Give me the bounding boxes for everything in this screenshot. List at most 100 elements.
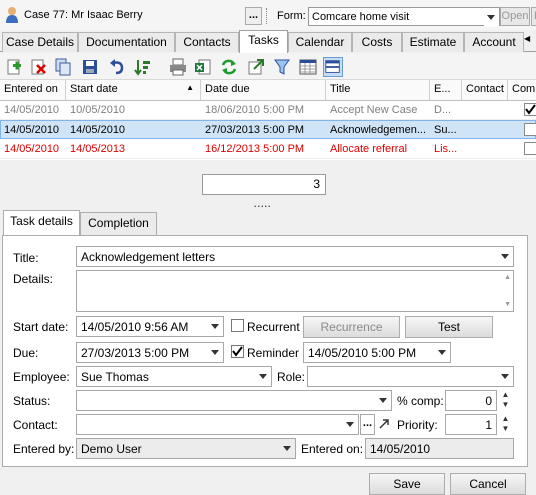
percent-complete-label: % comp: [397,394,444,408]
add-icon[interactable] [4,57,24,77]
due-date-value: 27/03/2013 5:00 PM [81,346,190,360]
reminder-date-field[interactable]: 14/05/2010 5:00 PM [303,342,451,363]
table-row-selected[interactable]: 14/05/2010 14/05/2010 27/03/2013 5:00 PM… [0,120,536,139]
title-field[interactable]: Acknowledgement letters [76,246,514,267]
chevron-down-icon[interactable] [498,367,513,386]
chevron-up-icon[interactable]: ▲ [498,390,513,400]
entered-by-select[interactable]: Demo User [76,438,296,459]
split-view-icon[interactable] [323,57,343,77]
tab-completion[interactable]: Completion [80,212,157,235]
recurrent-label: Recurrent [247,320,300,334]
column-header-contact[interactable]: Contact [462,80,508,101]
chevron-down-icon[interactable]: ▼ [498,424,513,434]
contact-lookup-button[interactable]: ... [360,414,375,435]
save-icon[interactable] [80,57,100,77]
employee-label: Employee: [13,370,70,384]
grid-footer [0,160,536,172]
due-label: Due: [13,346,39,360]
tab-costs[interactable]: Costs [352,32,402,52]
form-select[interactable]: Comcare home visit [308,7,500,27]
status-label: Status: [13,394,51,408]
print-icon[interactable] [168,57,188,77]
open-button[interactable]: Open [500,7,530,26]
complete-checkbox[interactable] [524,103,536,116]
chevron-down-icon[interactable] [376,391,391,410]
save-button[interactable]: Save [369,473,445,495]
cell-employee: Lis... [434,143,458,155]
grid-view-icon[interactable] [298,57,318,77]
column-header-title[interactable]: Title [326,80,430,101]
undo-icon[interactable] [107,57,127,77]
panel-scrollbar[interactable] [529,236,536,468]
cell-date-due: 18/06/2010 5:00 PM [205,104,305,116]
sort-icon[interactable] [133,57,153,77]
start-date-value: 14/05/2010 9:56 AM [81,320,189,334]
case-title: Case 77: Mr Isaac Berry [24,9,143,21]
column-header-entered-on[interactable]: Entered on [0,80,66,101]
chevron-down-icon[interactable] [208,343,223,362]
export-icon[interactable] [246,57,266,77]
tab-tasks[interactable]: Tasks [239,30,288,53]
tab-account[interactable]: Account [464,32,524,52]
priority-field[interactable]: 1 [445,414,497,435]
due-date-field[interactable]: 27/03/2013 5:00 PM [76,342,224,363]
chevron-up-icon[interactable]: ▲ [498,414,513,424]
role-select[interactable] [307,366,514,387]
chevron-down-icon[interactable] [343,415,358,434]
chevron-down-icon[interactable] [256,367,271,386]
tab-contacts[interactable]: Contacts [175,32,239,52]
edit-button[interactable]: E [531,7,536,26]
column-header-employee[interactable]: E... [430,80,462,101]
tab-documentation[interactable]: Documentation [78,32,175,52]
reminder-checkbox[interactable] [231,345,244,358]
tab-scroll-left-icon[interactable]: ◀ [524,34,530,43]
complete-checkbox[interactable] [524,142,536,155]
priority-stepper[interactable]: ▲ ▼ [498,414,513,435]
column-header-date-due[interactable]: Date due [201,80,326,101]
chevron-down-icon[interactable] [498,247,513,266]
open-contact-icon[interactable] [377,416,391,432]
chevron-down-icon[interactable] [280,439,295,458]
tab-task-details[interactable]: Task details [3,210,80,236]
tab-estimate[interactable]: Estimate [402,32,464,52]
employee-select[interactable]: Sue Thomas [76,366,272,387]
percent-complete-field[interactable]: 0 [445,390,497,411]
entered-on-label: Entered on: [301,442,364,456]
cancel-button[interactable]: Cancel [450,473,526,495]
title-value: Acknowledgement letters [81,250,216,264]
tab-case-details[interactable]: Case Details [2,32,78,52]
priority-label: Priority: [397,418,438,432]
chevron-down-icon[interactable] [435,343,450,362]
ellipsis-button[interactable]: ... [245,7,262,25]
tab-calendar[interactable]: Calendar [288,32,352,52]
copy-icon[interactable] [53,57,73,77]
column-header-complete[interactable]: Comp [508,80,536,101]
scroll-down-icon[interactable]: ▼ [504,301,511,308]
chevron-down-icon[interactable]: ▼ [498,400,513,410]
filter-icon[interactable] [272,57,292,77]
chevron-down-icon[interactable] [208,317,223,336]
refresh-icon[interactable] [219,57,239,77]
title-label: Title: [13,251,39,265]
sort-descending-icon: ▲ [186,83,194,92]
complete-checkbox[interactable] [524,123,536,136]
start-date-field[interactable]: 14/05/2010 9:56 AM [76,316,224,337]
splitter-handle[interactable]: ..... [254,199,272,209]
table-row[interactable]: 14/05/2010 14/05/2013 16/12/2013 5:00 PM… [0,140,536,159]
details-textarea[interactable]: ▲ ▼ [76,270,514,312]
percent-complete-stepper[interactable]: ▲ ▼ [498,390,513,411]
entered-by-label: Entered by: [13,442,75,456]
column-header-start-date[interactable]: Start date ▲ [66,80,201,101]
task-toolbar [0,53,536,80]
contact-select[interactable] [76,414,359,435]
test-button[interactable]: Test [405,316,493,338]
recurrent-checkbox[interactable] [231,319,244,332]
scroll-up-icon[interactable]: ▲ [504,274,511,281]
delete-icon[interactable] [28,57,48,77]
table-row[interactable]: 14/05/2010 10/05/2010 18/06/2010 5:00 PM… [0,101,536,120]
recurrence-details-button[interactable]: Recurrence Details [303,316,400,354]
chevron-down-icon[interactable] [484,8,499,27]
export-excel-icon[interactable] [193,57,213,77]
status-select[interactable] [76,390,392,411]
cell-employee: D... [434,104,452,116]
